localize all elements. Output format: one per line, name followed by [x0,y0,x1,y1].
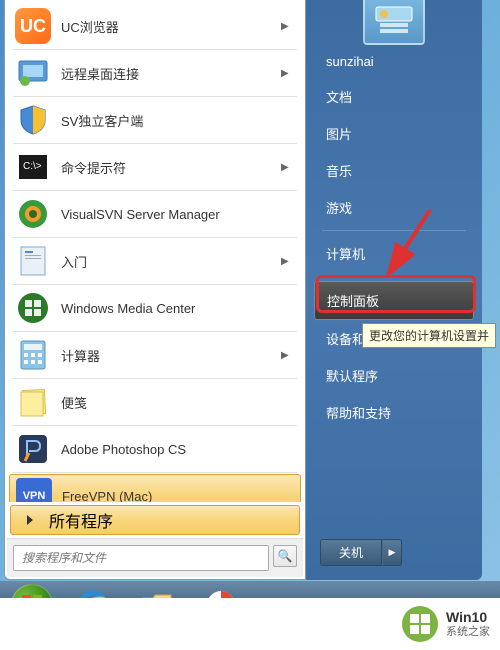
chevron-right-icon: ▶ [389,547,396,558]
vpn-icon: VPN [16,478,52,502]
search-icon: 🔍 [278,549,293,563]
search-input[interactable] [18,551,264,565]
divider [13,378,297,379]
uc-icon: UC [15,8,51,44]
cmd-icon: C:\> [15,149,51,185]
program-label: Adobe Photoshop CS [61,442,295,457]
right-divider [322,276,466,277]
program-label: 入门 [61,252,281,271]
watermark-text: Win10 系统之家 [446,609,490,639]
program-item-notes[interactable]: 便笺 [9,380,301,424]
start-menu-right-pane: sunzihai文档图片音乐游戏计算机控制面板设备和默认程序帮助和支持 关机 ▶ [306,0,482,580]
divider [13,237,297,238]
ps-icon [15,431,51,467]
start-menu: UCUC浏览器▶远程桌面连接▶SV独立客户端C:\>命令提示符▶VisualSV… [4,0,482,580]
right-item[interactable]: 控制面板 [314,281,474,320]
right-item[interactable]: 帮助和支持 [314,394,474,431]
watermark-sub: 系统之家 [446,626,490,639]
submenu-arrow-icon: ▶ [281,256,295,267]
submenu-arrow-icon: ▶ [281,21,295,32]
program-label: FreeVPN (Mac) [62,489,294,503]
submenu-arrow-icon: ▶ [281,68,295,79]
arrow-right-icon [27,515,33,525]
divider [13,190,297,191]
rdp-icon [15,55,51,91]
program-item-calc[interactable]: 计算器▶ [9,333,301,377]
divider [13,143,297,144]
program-label: 计算器 [61,346,281,365]
program-label: UC浏览器 [61,17,281,36]
program-label: 命令提示符 [61,158,281,177]
monitor-icon [374,5,414,35]
right-item[interactable]: 音乐 [314,152,474,189]
program-label: VisualSVN Server Manager [61,207,295,222]
program-item-wmc[interactable]: Windows Media Center [9,286,301,330]
right-item[interactable]: 文档 [314,78,474,115]
divider [13,49,297,50]
program-item-vsvn[interactable]: VisualSVN Server Manager [9,192,301,236]
watermark: Win10 系统之家 [0,598,500,650]
program-item-uc[interactable]: UC UC浏览器▶ [9,4,301,48]
all-programs-button[interactable]: 所有程序 [10,505,300,535]
right-item[interactable]: 图片 [314,115,474,152]
tooltip: 更改您的计算机设置并 [362,323,496,348]
wmc-icon [15,290,51,326]
shutdown-options-button[interactable]: ▶ [382,539,402,566]
program-item-intro[interactable]: 入门▶ [9,239,301,283]
divider [13,96,297,97]
all-programs-label: 所有程序 [49,508,113,532]
shutdown-row: 关机 ▶ [314,533,474,572]
calc-icon [15,337,51,373]
right-item[interactable]: 游戏 [314,189,474,226]
watermark-main: Win10 [446,609,490,626]
submenu-arrow-icon: ▶ [281,350,295,361]
search-row: 🔍 [7,538,303,577]
right-item[interactable]: 默认程序 [314,357,474,394]
right-item[interactable]: 计算机 [314,235,474,272]
divider [13,284,297,285]
program-label: 远程桌面连接 [61,64,281,83]
intro-icon [15,243,51,279]
right-divider [322,230,466,231]
program-list: UCUC浏览器▶远程桌面连接▶SV独立客户端C:\>命令提示符▶VisualSV… [7,2,303,502]
notes-icon [15,384,51,420]
vsvn-icon [15,196,51,232]
svg-text:C:\>: C:\> [23,161,42,172]
program-item-rdp[interactable]: 远程桌面连接▶ [9,51,301,95]
search-box [13,545,269,571]
right-item[interactable]: sunzihai [314,45,474,78]
divider [13,425,297,426]
program-item-vpn[interactable]: VPN FreeVPN (Mac) [9,474,301,502]
watermark-logo-icon [402,606,438,642]
submenu-arrow-icon: ▶ [281,162,295,173]
program-label: SV独立客户端 [61,111,295,130]
start-menu-left-pane: UCUC浏览器▶远程桌面连接▶SV独立客户端C:\>命令提示符▶VisualSV… [4,0,306,580]
right-items-container: sunzihai文档图片音乐游戏计算机控制面板设备和默认程序帮助和支持 [314,45,474,431]
shield-icon [15,102,51,138]
program-label: 便笺 [61,393,295,412]
user-picture[interactable] [363,0,425,45]
divider [13,331,297,332]
divider [13,472,297,473]
program-item-ps[interactable]: Adobe Photoshop CS [9,427,301,471]
shutdown-button[interactable]: 关机 [320,539,382,566]
program-label: Windows Media Center [61,301,295,316]
search-button[interactable]: 🔍 [273,545,297,567]
program-item-cmd[interactable]: C:\> 命令提示符▶ [9,145,301,189]
program-item-shield[interactable]: SV独立客户端 [9,98,301,142]
